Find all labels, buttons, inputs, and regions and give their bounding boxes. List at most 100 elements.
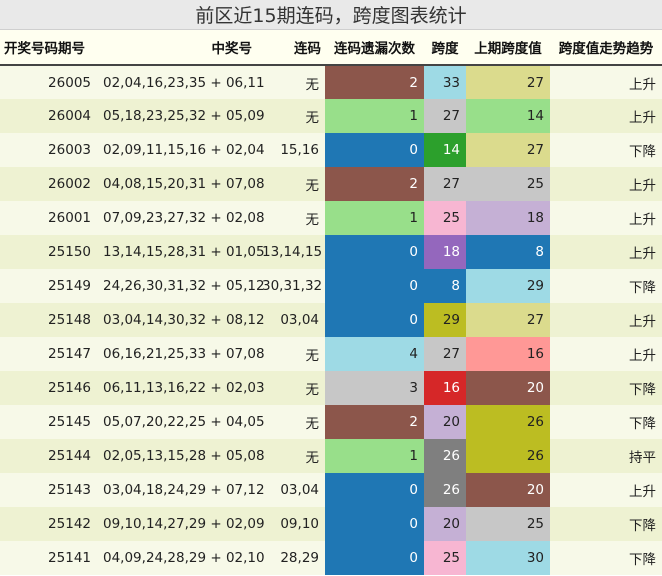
- table-row: 25147 06,16,21,25,33 + 07,08 无 4 27 16 上升: [0, 337, 662, 371]
- table-row: 25146 06,11,13,16,22 + 02,03 无 3 16 20 下降: [0, 371, 662, 405]
- cell-miss: 3: [325, 371, 424, 405]
- cell-trend: 下降: [550, 133, 662, 167]
- cell-period: 25141: [0, 541, 97, 575]
- cell-span: 27: [424, 337, 466, 371]
- cell-miss: 2: [325, 65, 424, 99]
- cell-period: 25146: [0, 371, 97, 405]
- cell-prev-span: 20: [466, 371, 550, 405]
- cell-numbers: 04,08,15,20,31 + 07,08: [97, 167, 265, 201]
- cell-consecutive: 无: [256, 201, 325, 235]
- cell-numbers: 06,11,13,16,22 + 02,03: [97, 371, 265, 405]
- cell-period: 25147: [0, 337, 97, 371]
- cell-span: 27: [424, 167, 466, 201]
- cell-prev-span: 20: [466, 473, 550, 507]
- cell-consecutive: 15,16: [256, 133, 325, 167]
- cell-trend: 上升: [550, 167, 662, 201]
- cell-span: 27: [424, 99, 466, 133]
- cell-numbers: 13,14,15,28,31 + 01,05: [97, 235, 265, 269]
- cell-miss: 1: [325, 439, 424, 473]
- cell-prev-span: 18: [466, 201, 550, 235]
- cell-period: 26001: [0, 201, 97, 235]
- cell-period: 26004: [0, 99, 97, 133]
- cell-miss: 0: [325, 541, 424, 575]
- header-miss: 连码遗漏次数: [325, 30, 424, 66]
- cell-numbers: 05,18,23,25,32 + 05,09: [97, 99, 265, 133]
- cell-trend: 上升: [550, 99, 662, 133]
- cell-miss: 1: [325, 201, 424, 235]
- table-row: 26002 04,08,15,20,31 + 07,08 无 2 27 25 上升: [0, 167, 662, 201]
- cell-span: 8: [424, 269, 466, 303]
- cell-prev-span: 30: [466, 541, 550, 575]
- cell-miss: 0: [325, 473, 424, 507]
- cell-period: 26003: [0, 133, 97, 167]
- cell-trend: 上升: [550, 201, 662, 235]
- cell-span: 16: [424, 371, 466, 405]
- table-row: 26004 05,18,23,25,32 + 05,09 无 1 27 14 上升: [0, 99, 662, 133]
- cell-numbers: 24,26,30,31,32 + 05,12: [97, 269, 265, 303]
- cell-span: 33: [424, 65, 466, 99]
- header-consecutive: 连码: [256, 30, 325, 66]
- table-row: 25148 03,04,14,30,32 + 08,12 03,04 0 29 27 上升: [0, 303, 662, 337]
- cell-consecutive: 无: [256, 65, 325, 99]
- cell-span: 18: [424, 235, 466, 269]
- stats-table: 开奖号码期号 中奖号 连码 连码遗漏次数 跨度 上期跨度值 跨度值走势趋势 26…: [0, 30, 662, 575]
- cell-miss: 4: [325, 337, 424, 371]
- cell-trend: 下降: [550, 507, 662, 541]
- cell-trend: 下降: [550, 541, 662, 575]
- cell-consecutive: 09,10: [256, 507, 325, 541]
- cell-prev-span: 26: [466, 405, 550, 439]
- page: 前区近15期连码，跨度图表统计 开奖号码期号 中奖号 连码 连码遗漏次数 跨度 …: [0, 0, 662, 576]
- cell-miss: 0: [325, 303, 424, 337]
- cell-prev-span: 25: [466, 507, 550, 541]
- cell-trend: 下降: [550, 269, 662, 303]
- cell-period: 26002: [0, 167, 97, 201]
- header-row: 开奖号码期号 中奖号 连码 连码遗漏次数 跨度 上期跨度值 跨度值走势趋势: [0, 30, 662, 66]
- page-title: 前区近15期连码，跨度图表统计: [0, 0, 662, 30]
- cell-trend: 上升: [550, 235, 662, 269]
- cell-miss: 0: [325, 133, 424, 167]
- cell-numbers: 02,05,13,15,28 + 05,08: [97, 439, 265, 473]
- cell-numbers: 03,04,18,24,29 + 07,12: [97, 473, 265, 507]
- cell-prev-span: 27: [466, 65, 550, 99]
- cell-consecutive: 无: [256, 405, 325, 439]
- cell-span: 25: [424, 541, 466, 575]
- cell-numbers: 02,04,16,23,35 + 06,11: [97, 65, 265, 99]
- cell-period: 25148: [0, 303, 97, 337]
- cell-consecutive: 03,04: [256, 303, 325, 337]
- cell-period: 25143: [0, 473, 97, 507]
- cell-trend: 下降: [550, 405, 662, 439]
- cell-period: 26005: [0, 65, 97, 99]
- header-span: 跨度: [424, 30, 466, 66]
- header-period: 开奖号码期号: [0, 30, 97, 66]
- cell-consecutive: 无: [256, 99, 325, 133]
- table-row: 25141 04,09,24,28,29 + 02,10 28,29 0 25 30 下降: [0, 541, 662, 575]
- cell-prev-span: 27: [466, 303, 550, 337]
- table-row: 25144 02,05,13,15,28 + 05,08 无 1 26 26 持平: [0, 439, 662, 473]
- cell-period: 25150: [0, 235, 97, 269]
- cell-consecutive: 无: [256, 371, 325, 405]
- cell-consecutive: 28,29: [256, 541, 325, 575]
- cell-prev-span: 14: [466, 99, 550, 133]
- cell-span: 20: [424, 507, 466, 541]
- cell-miss: 1: [325, 99, 424, 133]
- cell-numbers: 06,16,21,25,33 + 07,08: [97, 337, 265, 371]
- cell-trend: 上升: [550, 337, 662, 371]
- cell-miss: 0: [325, 269, 424, 303]
- cell-period: 25149: [0, 269, 97, 303]
- cell-trend: 下降: [550, 371, 662, 405]
- cell-numbers: 07,09,23,27,32 + 02,08: [97, 201, 265, 235]
- cell-miss: 0: [325, 507, 424, 541]
- cell-prev-span: 29: [466, 269, 550, 303]
- cell-prev-span: 8: [466, 235, 550, 269]
- cell-consecutive: 无: [256, 167, 325, 201]
- cell-span: 20: [424, 405, 466, 439]
- header-trend: 跨度值走势趋势: [550, 30, 662, 66]
- table-row: 26001 07,09,23,27,32 + 02,08 无 1 25 18 上升: [0, 201, 662, 235]
- cell-span: 26: [424, 473, 466, 507]
- cell-prev-span: 26: [466, 439, 550, 473]
- cell-span: 25: [424, 201, 466, 235]
- cell-trend: 上升: [550, 303, 662, 337]
- table-row: 26003 02,09,11,15,16 + 02,04 15,16 0 14 27 下降: [0, 133, 662, 167]
- cell-numbers: 02,09,11,15,16 + 02,04: [97, 133, 265, 167]
- cell-numbers: 04,09,24,28,29 + 02,10: [97, 541, 265, 575]
